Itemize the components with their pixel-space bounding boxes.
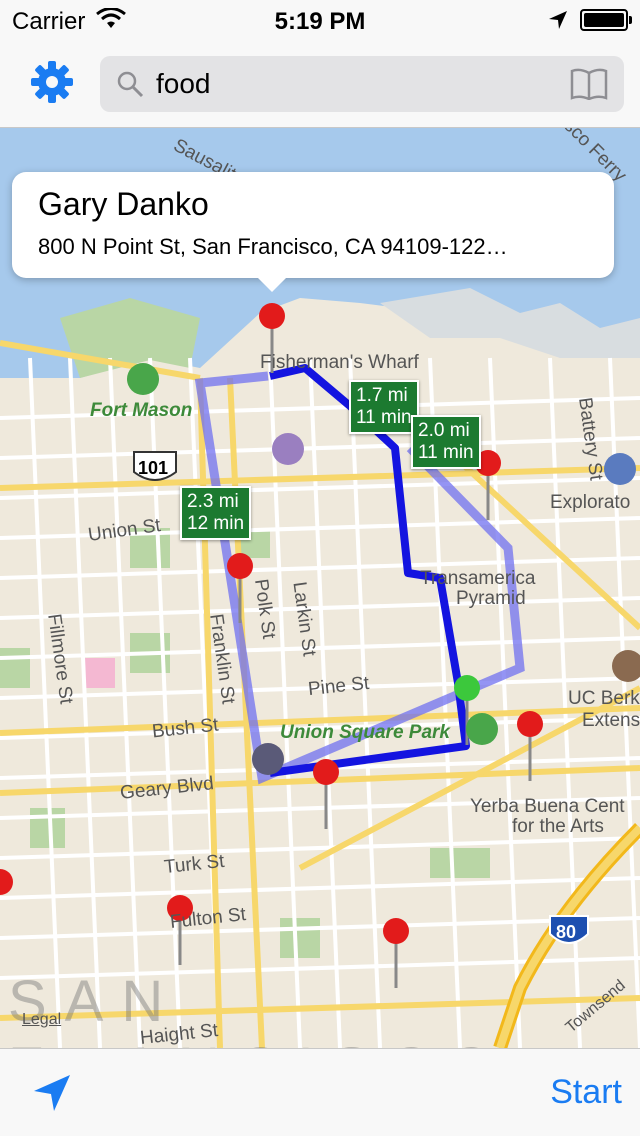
label-for-the-arts: for the Arts bbox=[512, 816, 604, 837]
search-icon bbox=[117, 71, 144, 98]
label-hwy-80: 80 bbox=[556, 922, 577, 942]
map-view[interactable]: Sausalito sco Ferry Fisherman's Wharf Fo… bbox=[0, 128, 640, 1048]
label-fort-mason: Fort Mason bbox=[90, 400, 193, 421]
label-yerba-buena: Yerba Buena Cent bbox=[470, 796, 625, 817]
label-union-square-park: Union Square Park bbox=[280, 722, 450, 743]
place-callout[interactable]: Gary Danko 800 N Point St, San Francisco… bbox=[12, 172, 614, 292]
route-distance-label[interactable]: 1.7 mi 11 min bbox=[349, 380, 419, 434]
legal-link[interactable]: Legal bbox=[22, 1011, 61, 1029]
label-uc-extension: Extens bbox=[582, 710, 640, 731]
route-distance-label[interactable]: 2.3 mi 12 min bbox=[180, 486, 252, 540]
place-title: Gary Danko bbox=[38, 186, 209, 222]
route-duration: 12 min bbox=[187, 513, 245, 534]
label-san-francisco: SAN FRANCISCO bbox=[8, 969, 494, 1048]
label-exploratorium: Explorato bbox=[550, 492, 631, 513]
location-arrow-icon[interactable] bbox=[32, 1073, 72, 1113]
navigation-bar bbox=[0, 40, 640, 128]
label-hwy-101: 101 bbox=[138, 458, 169, 478]
route-duration: 11 min bbox=[418, 442, 474, 463]
place-address: 800 N Point St, San Francisco, CA 94109-… bbox=[38, 234, 508, 259]
search-input[interactable] bbox=[156, 64, 546, 104]
label-uc-berkeley: UC Berk bbox=[568, 688, 640, 709]
route-distance-label[interactable]: 2.0 mi 11 min bbox=[411, 415, 481, 469]
route-distance: 2.0 mi bbox=[418, 420, 470, 441]
bottom-toolbar: Start bbox=[0, 1048, 640, 1136]
route-distance: 2.3 mi bbox=[187, 491, 239, 512]
battery-icon bbox=[580, 9, 632, 31]
start-button[interactable]: Start bbox=[550, 1073, 622, 1112]
search-bar[interactable] bbox=[100, 56, 624, 112]
route-duration: 11 min bbox=[356, 407, 412, 428]
location-services-icon bbox=[549, 11, 567, 29]
label-fishermans-wharf: Fisherman's Wharf bbox=[260, 352, 419, 373]
route-distance: 1.7 mi bbox=[356, 385, 408, 406]
bookmarks-icon[interactable] bbox=[570, 68, 608, 100]
clock: 5:19 PM bbox=[274, 8, 366, 35]
label-pyramid: Pyramid bbox=[456, 588, 526, 609]
gear-icon[interactable] bbox=[30, 60, 74, 104]
status-bar: Carrier 5:19 PM bbox=[0, 0, 640, 40]
label-transamerica: Transamerica bbox=[420, 568, 536, 589]
